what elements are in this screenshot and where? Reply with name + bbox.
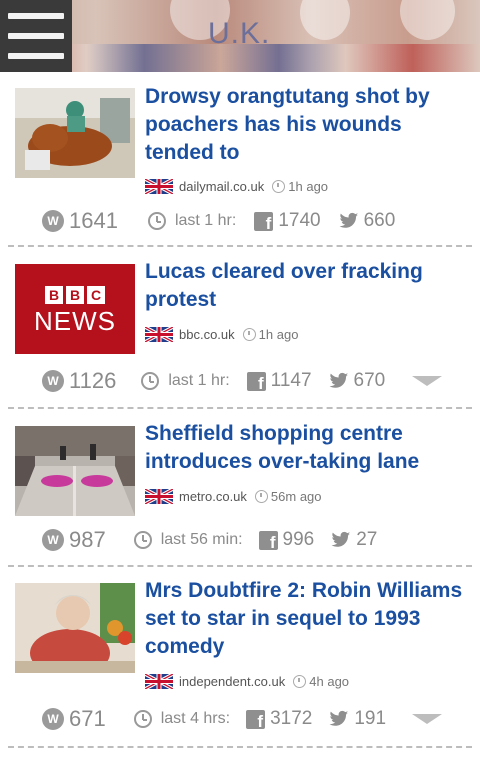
published-time: 1h ago — [288, 178, 329, 194]
bbc-logo: B B C — [15, 286, 135, 304]
article-thumbnail[interactable] — [15, 583, 135, 673]
twitter-count: 191 — [354, 708, 387, 729]
article-title[interactable]: Sheffield shopping centre introduces ove… — [145, 420, 470, 476]
article-stats: W 987 last 56 min: 996 27 — [42, 525, 377, 555]
article-divider — [8, 245, 472, 247]
clock-icon — [133, 710, 152, 728]
source-domain[interactable]: metro.co.uk — [179, 489, 247, 504]
clock-icon — [254, 489, 268, 503]
source-domain[interactable]: independent.co.uk — [179, 674, 285, 689]
w-score-icon: W — [42, 370, 64, 392]
facebook-icon — [254, 211, 274, 234]
w-score-icon: W — [42, 708, 64, 730]
clock-icon — [147, 212, 166, 230]
header-image-detail — [400, 0, 455, 40]
published-time: 4h ago — [309, 673, 350, 689]
source-domain[interactable]: dailymail.co.uk — [179, 179, 264, 194]
expand-chevron-icon[interactable] — [412, 714, 442, 724]
article-divider — [8, 565, 472, 567]
twitter-icon — [329, 372, 348, 388]
article-source: metro.co.uk 56m ago — [145, 487, 322, 505]
twitter-count: 670 — [353, 370, 386, 391]
clock-icon — [133, 531, 152, 549]
article-thumbnail[interactable] — [15, 88, 135, 178]
facebook-icon — [246, 371, 266, 394]
article-source: bbc.co.uk 1h ago — [145, 325, 298, 343]
article-stats: W 1641 last 1 hr: 1740 660 — [42, 206, 395, 236]
article-stats: W 1126 last 1 hr: 1147 670 — [42, 366, 385, 396]
article-source: dailymail.co.uk 1h ago — [145, 177, 328, 195]
bbc-logo-letter: B — [66, 286, 84, 304]
published-time: 1h ago — [258, 326, 299, 342]
twitter-icon — [331, 531, 351, 547]
hamburger-menu-button[interactable] — [0, 0, 72, 72]
clock-icon — [293, 674, 307, 688]
article-source: independent.co.uk 4h ago — [145, 672, 349, 690]
article-thumbnail[interactable] — [15, 426, 135, 516]
article-title[interactable]: Mrs Doubtfire 2: Robin Williams set to s… — [145, 577, 470, 661]
hamburger-menu-icon — [8, 33, 64, 39]
hamburger-menu-icon — [8, 53, 64, 59]
clock-icon — [141, 372, 160, 390]
published-time: 56m ago — [270, 488, 322, 504]
facebook-count: 3172 — [270, 708, 313, 729]
bbc-news-wordmark: NEWS — [34, 306, 116, 336]
score-count: 987 — [69, 527, 106, 552]
expand-chevron-icon[interactable] — [412, 376, 442, 386]
facebook-count: 1740 — [278, 210, 321, 231]
facebook-icon — [258, 530, 278, 553]
score-count: 1126 — [69, 368, 117, 393]
score-count: 671 — [69, 706, 106, 731]
section-title: U.K. — [208, 17, 271, 50]
period-label: last 1 hr: — [174, 212, 237, 229]
article-stats: W 671 last 4 hrs: 3172 191 — [42, 704, 386, 734]
period-label: last 4 hrs: — [160, 710, 231, 727]
bbc-logo-letter: B — [45, 286, 63, 304]
w-score-icon: W — [42, 529, 64, 551]
w-score-icon: W — [42, 210, 64, 232]
bbc-logo-letter: C — [87, 286, 105, 304]
header-image-detail — [300, 0, 350, 40]
source-domain[interactable]: bbc.co.uk — [179, 327, 235, 342]
twitter-count: 660 — [363, 210, 396, 231]
article-divider — [8, 407, 472, 409]
uk-flag-icon — [145, 673, 173, 689]
facebook-count: 996 — [282, 529, 315, 550]
article-title[interactable]: Drowsy orangtutang shot by poachers has … — [145, 83, 470, 167]
clock-icon — [242, 327, 256, 341]
twitter-count: 27 — [356, 529, 378, 550]
article-thumbnail[interactable]: B B C NEWS — [15, 264, 135, 354]
facebook-count: 1147 — [270, 370, 312, 391]
facebook-icon — [246, 709, 266, 732]
uk-flag-icon — [145, 488, 173, 504]
period-label: last 1 hr: — [168, 372, 230, 389]
uk-flag-icon — [145, 178, 173, 194]
article-title[interactable]: Lucas cleared over fracking protest — [145, 258, 470, 314]
clock-icon — [272, 179, 286, 193]
period-label: last 56 min: — [160, 531, 243, 548]
hamburger-menu-icon — [8, 13, 64, 19]
score-count: 1641 — [69, 208, 118, 233]
uk-flag-icon — [145, 326, 173, 342]
twitter-icon — [329, 710, 349, 726]
section-header: U.K. — [0, 0, 480, 72]
twitter-icon — [339, 212, 358, 228]
article-divider — [8, 746, 472, 748]
